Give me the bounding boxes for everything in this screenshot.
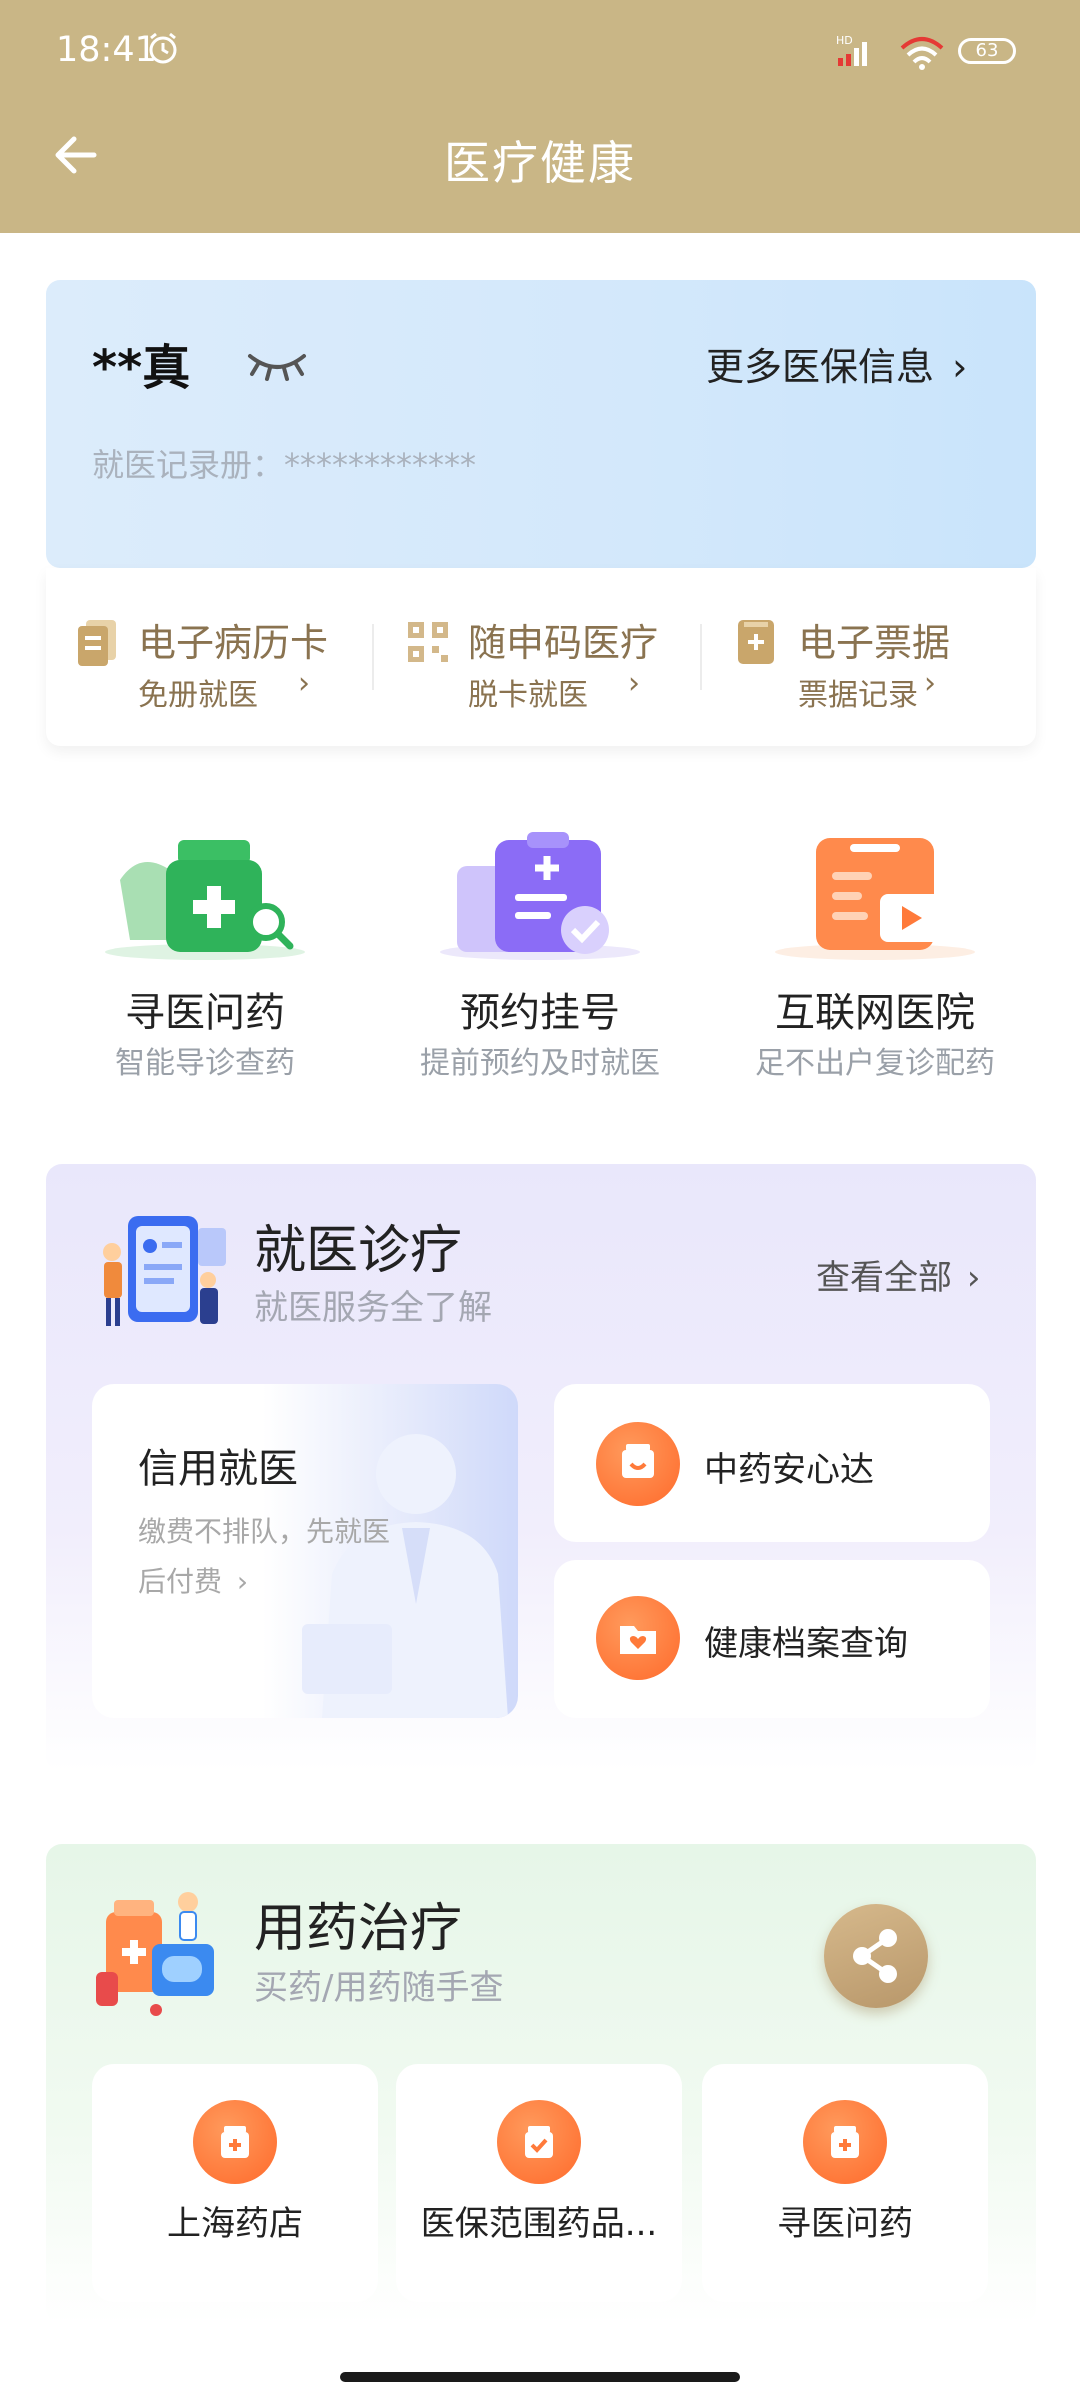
section-subtitle: 就医服务全了解: [254, 1288, 492, 1328]
medicine-bottle-icon: [803, 2100, 887, 2184]
chevron-right-icon: ›: [966, 1258, 981, 1298]
drug-item-label: 寻医问药: [777, 2204, 913, 2244]
receipt-icon: [738, 620, 774, 664]
medical-record-number: 就医记录册：************: [92, 446, 477, 484]
document-icon: [78, 620, 116, 666]
quick-item-title: 电子票据: [798, 621, 951, 665]
service-internet-hospital[interactable]: 互联网医院 足不出户复诊配药: [710, 820, 1040, 1081]
signal-icon: HD: [836, 34, 867, 66]
wifi-icon: [900, 37, 944, 70]
credit-medical-title: 信用就医: [138, 1446, 298, 1492]
service-title: 互联网医院: [775, 990, 975, 1036]
eye-closed-icon[interactable]: [246, 344, 308, 384]
svg-text:HD: HD: [836, 34, 853, 47]
credit-medical-desc: 后付费 ›: [138, 1560, 248, 1600]
share-icon: [853, 1929, 897, 1983]
chevron-right-icon: ›: [952, 345, 968, 389]
quick-item-title: 随申码医疗: [468, 621, 659, 665]
user-insurance-card: [46, 280, 1036, 568]
chevron-right-icon: ›: [236, 1565, 249, 1598]
medical-illustration-icon: [103, 1216, 226, 1326]
credit-medical-desc: 缴费不排队，先就医: [138, 1515, 391, 1548]
herbal-delivery-label: 中药安心达: [704, 1450, 874, 1490]
quick-item-e-receipt[interactable]: 电子票据 票据记录 ›: [736, 612, 1026, 713]
chevron-right-icon: ›: [628, 666, 640, 701]
more-info-label: 更多医保信息: [706, 345, 935, 389]
divider: [372, 624, 374, 690]
service-title: 寻医问药: [125, 990, 285, 1036]
drug-item-label: 上海药店: [167, 2204, 303, 2244]
service-title: 预约挂号: [460, 990, 620, 1036]
medicine-jar-check-icon: [497, 2100, 581, 2184]
service-subtitle: 足不出户复诊配药: [755, 1046, 995, 1081]
drug-item-find-doctor[interactable]: [702, 2064, 988, 2302]
alarm-icon: [149, 32, 177, 64]
share-button[interactable]: [824, 1904, 928, 2008]
medicine-bottle-icon: [105, 840, 305, 960]
quick-item-subtitle: 脱卡就医: [468, 678, 588, 713]
medicine-box-icon: [596, 1422, 680, 1506]
page-title: 医疗健康: [444, 136, 636, 190]
pharmacy-illustration-icon: [96, 1892, 214, 2016]
section-title: 用药治疗: [254, 1899, 463, 1959]
service-subtitle: 提前预约及时就医: [420, 1046, 660, 1081]
drug-item-insurance-drugs[interactable]: [396, 2064, 682, 2302]
folder-heart-icon: [596, 1596, 680, 1680]
doctor-illustration-icon: [302, 1434, 508, 1718]
drug-item-label: 医保范围药品...: [420, 2204, 658, 2244]
video-consult-icon: [775, 838, 975, 960]
health-record-query-card[interactable]: 健康档案查询: [554, 1560, 990, 1718]
quick-item-title: 电子病历卡: [138, 621, 329, 665]
home-indicator[interactable]: [340, 2372, 740, 2382]
herbal-delivery-card[interactable]: 中药安心达: [554, 1384, 990, 1542]
clipboard-icon: [440, 832, 640, 960]
divider: [700, 624, 702, 690]
service-find-doctor[interactable]: 寻医问药 智能导诊查药: [40, 820, 370, 1081]
credit-medical-desc-line2: 后付费: [138, 1565, 223, 1598]
drug-item-shanghai-pharmacy[interactable]: [92, 2064, 378, 2302]
more-insurance-info-link[interactable]: 更多医保信息 ›: [706, 336, 967, 391]
chevron-right-icon: ›: [924, 666, 936, 701]
quick-item-emr-card[interactable]: 电子病历卡 免册就医 ›: [76, 612, 366, 713]
section-subtitle: 买药/用药随手查: [254, 1968, 504, 2008]
quick-item-subtitle: 票据记录: [798, 678, 918, 713]
status-time: 18:41: [56, 30, 157, 70]
quick-item-health-code[interactable]: 随申码医疗 脱卡就医 ›: [406, 612, 696, 713]
health-record-label: 健康档案查询: [704, 1624, 908, 1664]
credit-medical-card[interactable]: [92, 1384, 518, 1718]
view-all-label: 查看全部: [816, 1258, 952, 1298]
view-all-link[interactable]: 查看全部 ›: [816, 1250, 980, 1299]
service-appointment[interactable]: 预约挂号 提前预约及时就医: [375, 820, 705, 1081]
user-name: **真: [92, 340, 191, 396]
quick-item-subtitle: 免册就医: [138, 678, 258, 713]
medicine-bottle-icon: [193, 2100, 277, 2184]
chevron-right-icon: ›: [298, 666, 310, 701]
qr-code-icon: [408, 622, 448, 662]
battery-indicator: 63: [958, 38, 1016, 64]
service-subtitle: 智能导诊查药: [115, 1046, 295, 1081]
section-title: 就医诊疗: [254, 1221, 463, 1281]
